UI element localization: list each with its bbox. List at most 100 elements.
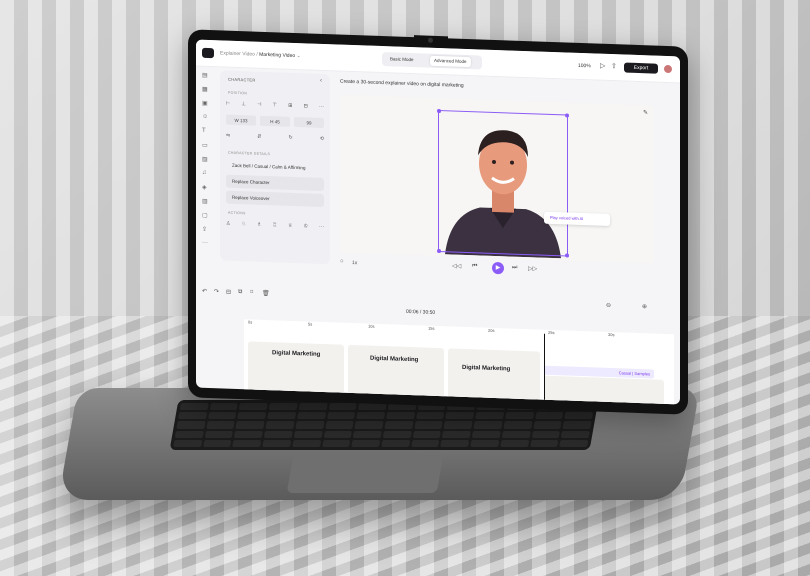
comment-icon[interactable]: ○ — [340, 259, 344, 265]
scene-clip[interactable]: Digital Marketing — [248, 341, 344, 397]
time-display: 00:06 / 30:50 — [406, 308, 436, 316]
timeline-ruler: 0s 5s 10s 15s 20s 25s 30s — [244, 319, 674, 342]
actions-label: ACTIONS — [228, 210, 246, 216]
selected-range-label: Casual | Samples — [618, 370, 650, 377]
zoom-in-icon[interactable]: ⊕ — [642, 303, 647, 310]
shapes-icon[interactable]: ◈ — [202, 184, 207, 191]
playhead[interactable] — [544, 333, 545, 405]
rewind-icon[interactable]: ◁◁ — [452, 262, 461, 269]
align-right-icon[interactable]: ⊣ — [257, 102, 261, 108]
scene-clip[interactable] — [544, 375, 664, 405]
app-screen: Explainer Video / Marketing Video ⌄ Basi… — [196, 39, 680, 405]
tick-label: 10s — [368, 323, 375, 329]
crop-icon[interactable]: ⌗ — [250, 289, 253, 296]
advanced-mode-tab[interactable]: Advanced Mode — [430, 55, 471, 68]
replace-character-button[interactable]: Replace Character — [226, 174, 324, 192]
zoom-level[interactable]: 100% — [578, 63, 591, 69]
align-top-icon[interactable]: ⊤ — [273, 102, 277, 108]
scene-clip[interactable]: Digital Marketing — [348, 344, 444, 401]
app-logo[interactable] — [202, 47, 214, 59]
more-icon[interactable]: ··· — [202, 240, 208, 246]
align-center-icon[interactable]: ⊥ — [242, 101, 246, 107]
align-left-icon[interactable]: ⊢ — [226, 101, 230, 107]
speed-control[interactable]: 1x — [352, 260, 357, 266]
voice-tag-label: Play voiced with AI — [550, 214, 584, 222]
left-rail: ▤ ▦ ▣ ☺ T ▭ ▨ ♫ ◈ ▥ ▢ ⇪ ··· — [196, 66, 216, 267]
flip-horizontal-icon[interactable]: ⇋ — [226, 133, 230, 139]
opacity-field[interactable]: 99 — [294, 116, 324, 129]
emote-action-icon[interactable]: ♔ — [304, 223, 308, 229]
share-icon[interactable]: ⇧ — [611, 63, 617, 70]
delete-icon[interactable]: 🗑 — [262, 290, 270, 297]
details-label: CHARACTER DETAILS — [228, 150, 271, 157]
tick-label: 25s — [548, 329, 555, 336]
previous-icon[interactable]: ⏮ — [472, 263, 477, 270]
media-icon[interactable]: ▣ — [202, 100, 208, 107]
breadcrumb: Explainer Video / Marketing Video ⌄ — [220, 50, 301, 60]
resize-handle[interactable] — [565, 113, 569, 118]
music-icon[interactable]: ♫ — [202, 170, 207, 176]
selection-box[interactable] — [437, 108, 569, 258]
talk-action-icon[interactable]: ♗ — [257, 222, 261, 228]
calendar-icon[interactable]: ▭ — [202, 142, 208, 149]
upload-icon[interactable]: ⇪ — [202, 226, 207, 233]
edit-icon[interactable]: ✎ — [643, 109, 648, 116]
rotate-icon[interactable]: ↻ — [289, 135, 293, 141]
scene-clip[interactable]: Digital Marketing — [448, 348, 540, 404]
laptop-touchpad — [286, 455, 444, 493]
more-icon[interactable]: ··· — [319, 104, 324, 110]
video-stage[interactable]: Play voiced with AI ✎ — [340, 94, 654, 264]
resize-handle[interactable] — [437, 248, 441, 254]
replace-character-label: Replace Character — [232, 178, 270, 186]
zoom-out-icon[interactable]: ⊖ — [606, 302, 611, 309]
align-middle-icon[interactable]: ⊞ — [288, 103, 292, 109]
duplicate-icon[interactable]: ⧉ — [238, 289, 242, 296]
undo-icon[interactable]: ↶ — [202, 288, 207, 295]
canvas-area: Create a 30-second explainer video on di… — [334, 74, 672, 304]
width-field[interactable]: W 133 — [226, 114, 256, 126]
redo-icon[interactable]: ↷ — [214, 288, 219, 295]
split-icon[interactable]: ⊟ — [226, 289, 231, 296]
resize-handle[interactable] — [437, 108, 441, 114]
character-details[interactable]: Zack Bell / Casual / Calm & Affirming — [226, 159, 324, 175]
transform-tools: ⇋ ⇵ ↻ ⟲ — [226, 131, 324, 144]
align-bottom-icon[interactable]: ⊟ — [304, 103, 308, 109]
timeline[interactable]: 0s 5s 10s 15s 20s 25s 30s Casual | Sampl… — [244, 319, 674, 405]
image-icon[interactable]: ▨ — [202, 156, 208, 163]
tick-label: 15s — [428, 325, 435, 331]
grid-icon[interactable]: ▦ — [202, 86, 208, 93]
mode-switch: Basic Mode Advanced Mode — [382, 52, 482, 70]
breadcrumb-project[interactable]: Marketing Video — [259, 52, 295, 59]
voice-tag[interactable]: Play voiced with AI — [544, 211, 610, 227]
height-field[interactable]: H 45 — [260, 115, 290, 127]
replace-voiceover-button[interactable]: Replace Voiceover — [226, 190, 324, 208]
position-label: POSITION — [228, 90, 248, 96]
export-button[interactable]: Export — [624, 62, 658, 74]
collapse-panel-icon[interactable]: ‹ — [320, 78, 322, 84]
play-preview-icon[interactable]: ▷ — [600, 63, 605, 70]
gesture-action-icon[interactable]: ♖ — [273, 222, 277, 228]
prompt-text[interactable]: Create a 30-second explainer video on di… — [340, 79, 464, 89]
tick-label: 0s — [248, 319, 253, 325]
tick-label: 30s — [608, 331, 615, 338]
next-icon[interactable]: ⏭ — [512, 265, 517, 272]
play-button[interactable]: ▶ — [492, 261, 504, 275]
tick-label: 5s — [308, 321, 313, 327]
avatar[interactable] — [664, 64, 672, 74]
templates-icon[interactable]: ▥ — [202, 198, 208, 205]
wave-action-icon[interactable]: ♕ — [288, 223, 292, 229]
basic-mode-tab[interactable]: Basic Mode — [386, 54, 418, 65]
breadcrumb-parent[interactable]: Explainer Video — [220, 50, 255, 57]
forward-icon[interactable]: ▷▷ — [528, 265, 537, 272]
walk-action-icon[interactable]: ♙ — [226, 221, 230, 227]
text-icon[interactable]: T — [202, 128, 206, 134]
layout-icon[interactable]: ▤ — [202, 72, 208, 79]
camera-notch — [414, 35, 448, 47]
more-actions-icon[interactable]: ··· — [319, 224, 324, 230]
chat-icon[interactable]: ▢ — [202, 212, 208, 219]
flip-vertical-icon[interactable]: ⇵ — [257, 134, 261, 140]
character-icon[interactable]: ☺ — [202, 114, 208, 120]
resize-handle[interactable] — [565, 253, 569, 258]
reset-icon[interactable]: ⟲ — [320, 136, 324, 142]
run-action-icon[interactable]: ♘ — [242, 221, 246, 227]
